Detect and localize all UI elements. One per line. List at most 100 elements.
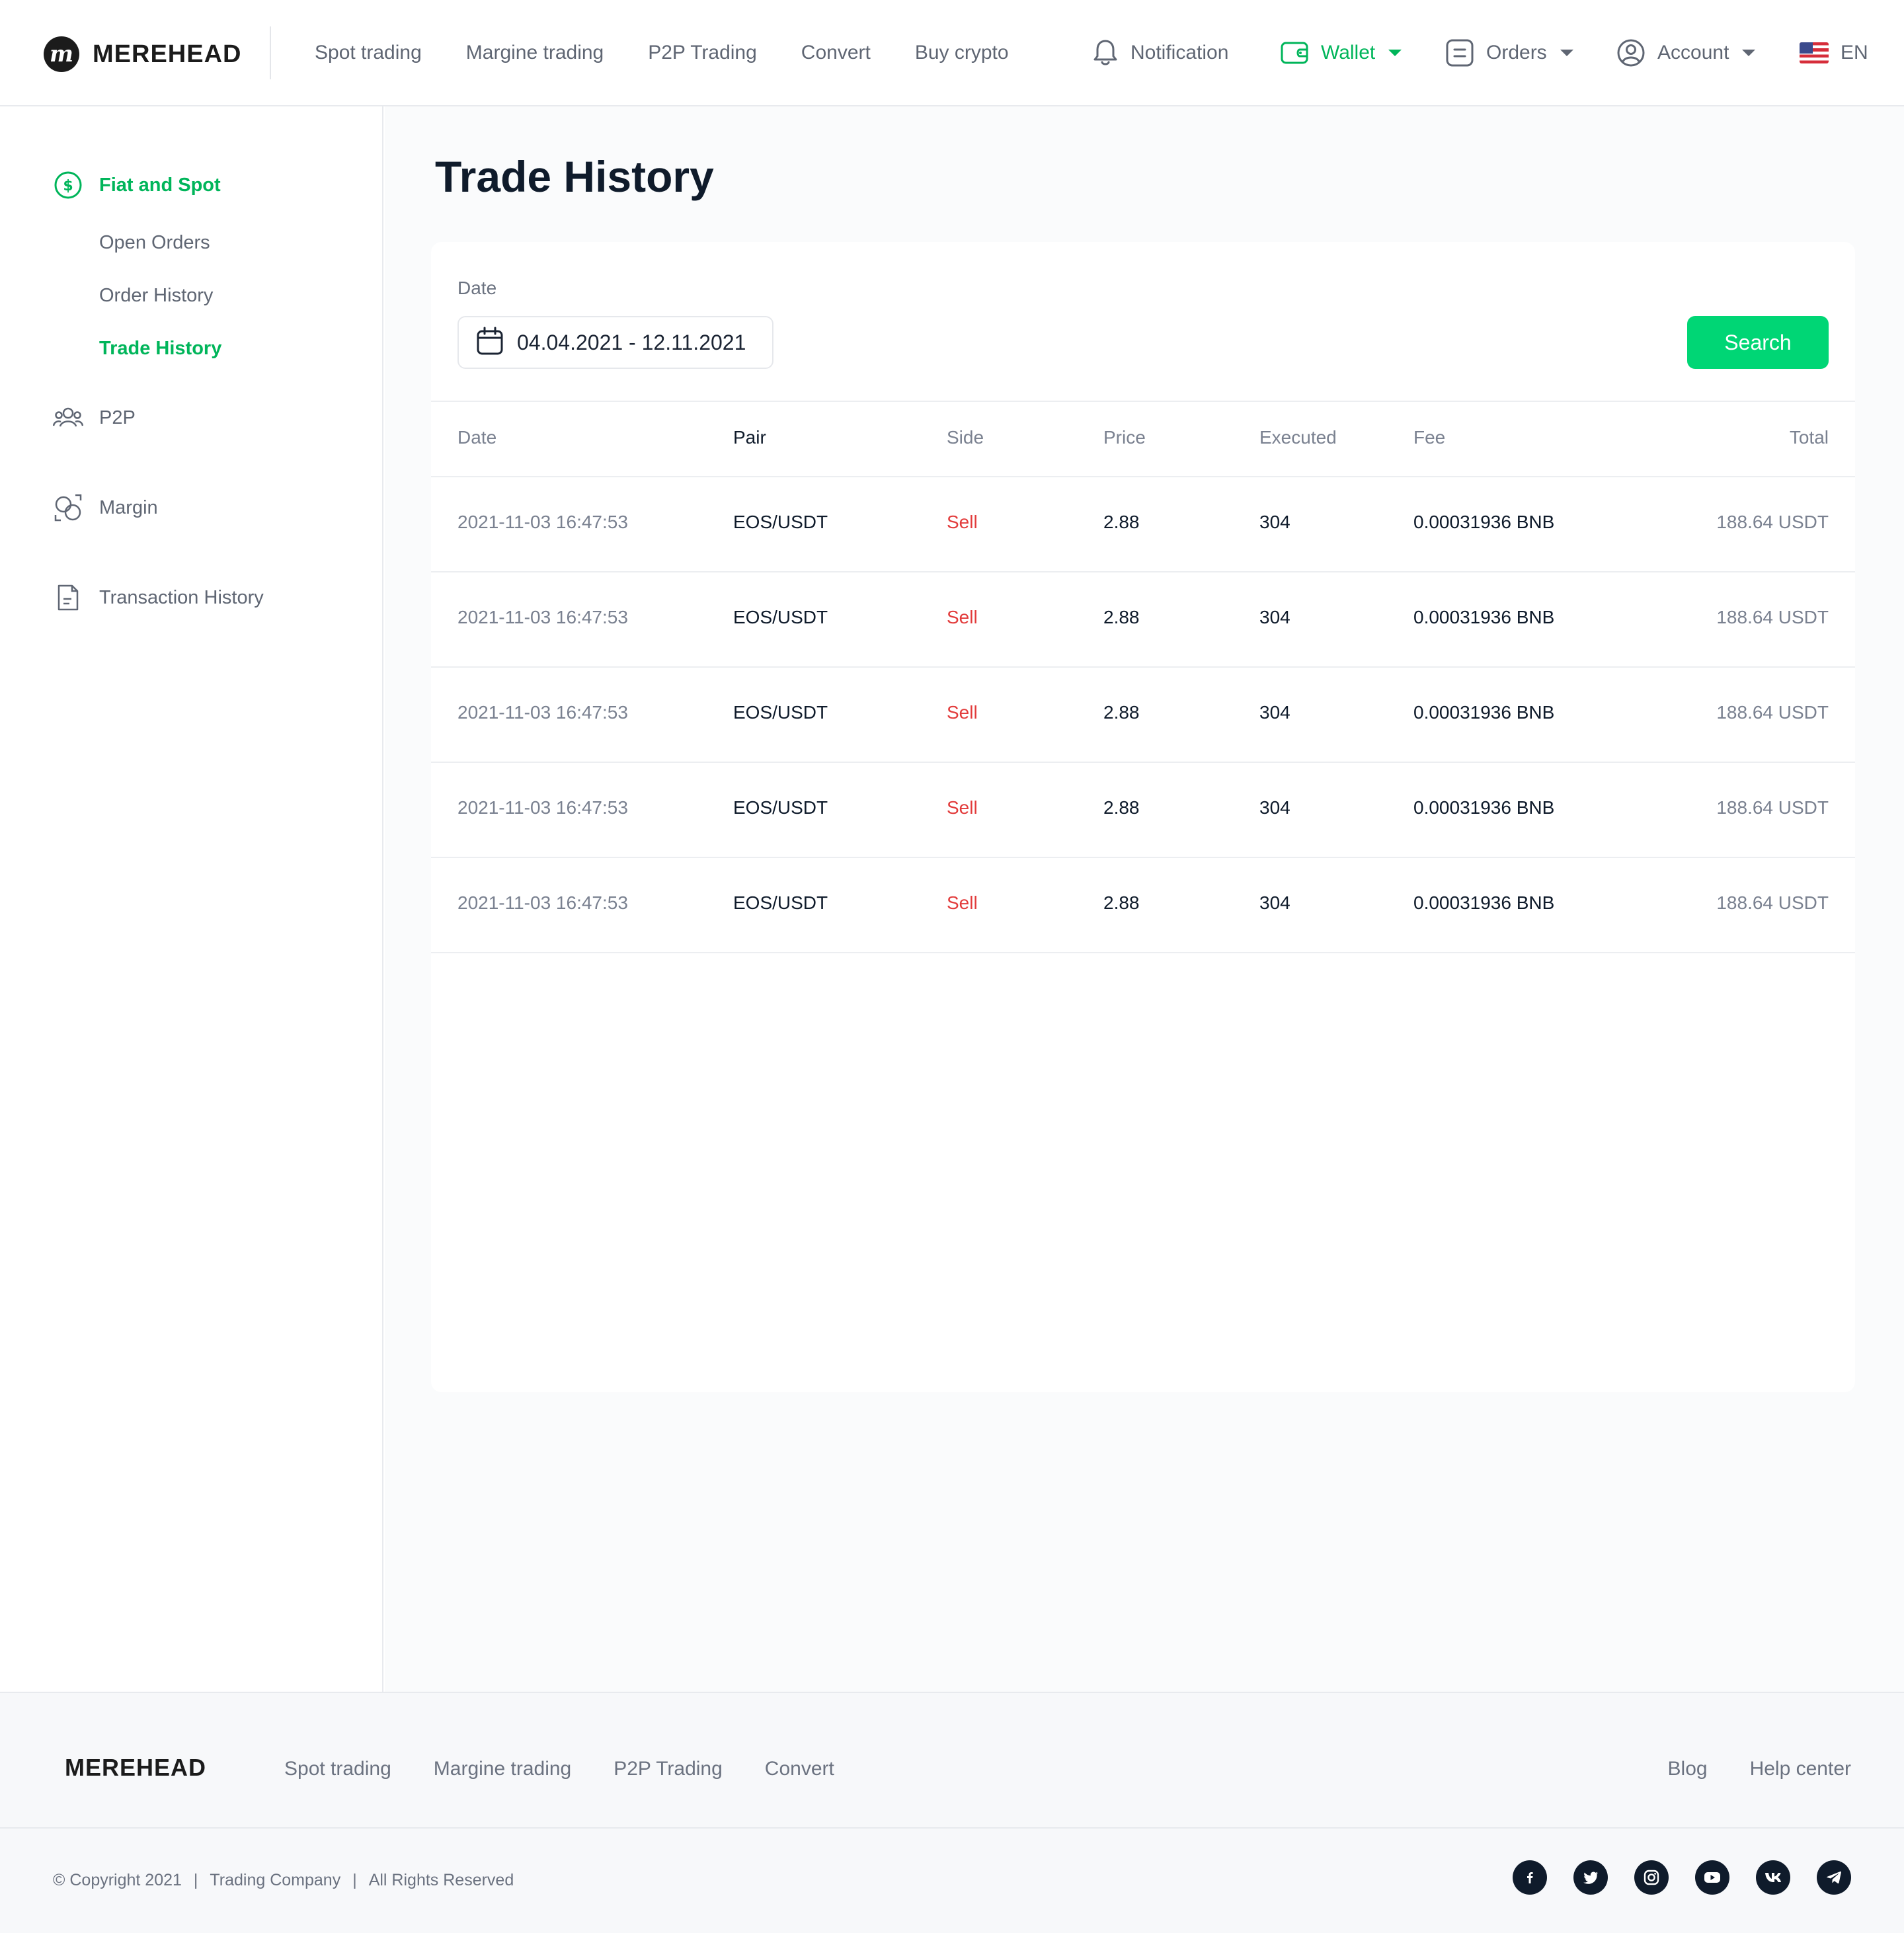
cell-executed: 304 <box>1259 797 1290 818</box>
table-row[interactable]: 2021-11-03 16:47:53 EOS/USDT Sell 2.88 3… <box>431 858 1855 953</box>
column-header-fee[interactable]: Fee <box>1413 427 1445 448</box>
column-header-price[interactable]: Price <box>1103 427 1146 448</box>
twitter-icon[interactable] <box>1573 1860 1608 1895</box>
column-header-side[interactable]: Side <box>947 427 984 448</box>
main-content: Trade History Date 04.04.2021 - 12.11.20… <box>385 106 1904 1692</box>
page-title: Trade History <box>435 152 714 201</box>
footer-link-help-center[interactable]: Help center <box>1750 1758 1851 1780</box>
cell-date: 2021-11-03 16:47:53 <box>457 512 628 532</box>
us-flag-icon <box>1800 42 1829 63</box>
language-label: EN <box>1841 42 1868 63</box>
language-selector[interactable]: EN <box>1800 34 1868 71</box>
footer-link-p2p-trading[interactable]: P2P Trading <box>614 1758 723 1780</box>
cell-executed: 304 <box>1259 892 1290 913</box>
cell-total: 188.64 USDT <box>1716 892 1829 913</box>
cell-price: 2.88 <box>1103 702 1140 723</box>
cell-price: 2.88 <box>1103 892 1140 913</box>
cell-date: 2021-11-03 16:47:53 <box>457 607 628 627</box>
sidebar-subitem-trade-history[interactable]: Trade History <box>99 338 221 360</box>
logo-text: MEREHEAD <box>93 40 242 68</box>
cell-pair: EOS/USDT <box>733 797 828 818</box>
column-header-total[interactable]: Total <box>1790 427 1829 448</box>
sidebar-item-fiat-spot[interactable]: $ Fiat and Spot <box>53 170 221 200</box>
cell-side: Sell <box>947 607 978 627</box>
wallet-icon <box>1280 40 1309 66</box>
cell-total: 188.64 USDT <box>1716 607 1829 627</box>
account-dropdown[interactable]: Account <box>1616 34 1756 71</box>
sidebar-item-transaction-history[interactable]: Transaction History <box>53 582 264 613</box>
cell-total: 188.64 USDT <box>1716 512 1829 532</box>
sidebar-subitem-order-history[interactable]: Order History <box>99 285 213 307</box>
chevron-down-icon <box>1388 50 1402 56</box>
cell-price: 2.88 <box>1103 607 1140 627</box>
company-text: Trading Company <box>210 1871 341 1889</box>
nav-margine-trading[interactable]: Margine trading <box>466 42 604 64</box>
telegram-icon[interactable] <box>1817 1860 1851 1895</box>
cell-fee: 0.00031936 BNB <box>1413 607 1555 627</box>
footer-logo[interactable]: MEREHEAD <box>65 1754 206 1782</box>
nav-convert[interactable]: Convert <box>801 42 871 64</box>
sidebar-item-label: Margin <box>99 496 158 518</box>
logo[interactable]: m MEREHEAD <box>44 36 241 73</box>
cell-fee: 0.00031936 BNB <box>1413 512 1555 532</box>
facebook-icon[interactable] <box>1513 1860 1547 1895</box>
instagram-icon[interactable] <box>1634 1860 1669 1895</box>
dollar-icon: $ <box>53 170 83 200</box>
nav-spot-trading[interactable]: Spot trading <box>315 42 422 64</box>
cell-date: 2021-11-03 16:47:53 <box>457 892 628 913</box>
user-icon <box>1616 38 1646 67</box>
sidebar: $ Fiat and Spot Open Orders Order Histor… <box>0 106 383 1692</box>
sidebar-item-p2p[interactable]: P2P <box>53 403 136 433</box>
cell-date: 2021-11-03 16:47:53 <box>457 797 628 818</box>
orders-label: Orders <box>1486 42 1547 63</box>
footer-link-convert[interactable]: Convert <box>765 1758 834 1780</box>
sidebar-subitem-open-orders[interactable]: Open Orders <box>99 232 210 254</box>
vk-icon[interactable] <box>1756 1860 1790 1895</box>
trade-history-card: Date 04.04.2021 - 12.11.2021 Search Date… <box>431 242 1855 1392</box>
cell-executed: 304 <box>1259 512 1290 532</box>
table-row[interactable]: 2021-11-03 16:47:53 EOS/USDT Sell 2.88 3… <box>431 477 1855 572</box>
cell-side: Sell <box>947 512 978 532</box>
cell-side: Sell <box>947 702 978 723</box>
rights-text: All Rights Reserved <box>368 1871 514 1889</box>
cell-fee: 0.00031936 BNB <box>1413 797 1555 818</box>
footer-link-margine-trading[interactable]: Margine trading <box>434 1758 571 1780</box>
margin-icon <box>53 493 83 523</box>
table-row[interactable]: 2021-11-03 16:47:53 EOS/USDT Sell 2.88 3… <box>431 572 1855 668</box>
column-header-pair[interactable]: Pair <box>733 427 766 448</box>
table-row[interactable]: 2021-11-03 16:47:53 EOS/USDT Sell 2.88 3… <box>431 763 1855 858</box>
cell-total: 188.64 USDT <box>1716 797 1829 818</box>
footer-link-spot-trading[interactable]: Spot trading <box>284 1758 391 1780</box>
social-links <box>1486 1860 1851 1895</box>
cell-side: Sell <box>947 892 978 913</box>
youtube-icon[interactable] <box>1695 1860 1729 1895</box>
cell-executed: 304 <box>1259 702 1290 723</box>
search-button[interactable]: Search <box>1687 316 1829 369</box>
cell-total: 188.64 USDT <box>1716 702 1829 723</box>
date-filter-label: Date <box>457 278 497 298</box>
table-header: Date Pair Side Price Executed Fee Total <box>431 401 1855 477</box>
wallet-dropdown[interactable]: Wallet <box>1280 34 1402 71</box>
nav-buy-crypto[interactable]: Buy crypto <box>915 42 1009 64</box>
column-header-date[interactable]: Date <box>457 427 496 448</box>
nav-p2p-trading[interactable]: P2P Trading <box>648 42 757 64</box>
chevron-down-icon <box>1742 50 1756 56</box>
notification-button[interactable]: Notification <box>1092 34 1228 71</box>
cell-pair: EOS/USDT <box>733 512 828 532</box>
document-icon <box>53 582 83 613</box>
date-range-picker[interactable]: 04.04.2021 - 12.11.2021 <box>457 316 774 369</box>
account-label: Account <box>1657 42 1729 63</box>
orders-dropdown[interactable]: Orders <box>1445 34 1573 71</box>
cell-side: Sell <box>947 797 978 818</box>
table-row[interactable]: 2021-11-03 16:47:53 EOS/USDT Sell 2.88 3… <box>431 668 1855 763</box>
wallet-label: Wallet <box>1321 42 1376 63</box>
header-divider <box>270 26 271 79</box>
cell-pair: EOS/USDT <box>733 892 828 913</box>
sidebar-item-margin[interactable]: Margin <box>53 493 158 523</box>
bell-icon <box>1092 38 1119 67</box>
column-header-executed[interactable]: Executed <box>1259 427 1337 448</box>
main-nav: Spot trading Margine trading P2P Trading… <box>315 38 1009 67</box>
cell-executed: 304 <box>1259 607 1290 627</box>
footer-link-blog[interactable]: Blog <box>1668 1758 1708 1780</box>
copyright-text: © Copyright 2021 <box>53 1871 182 1889</box>
